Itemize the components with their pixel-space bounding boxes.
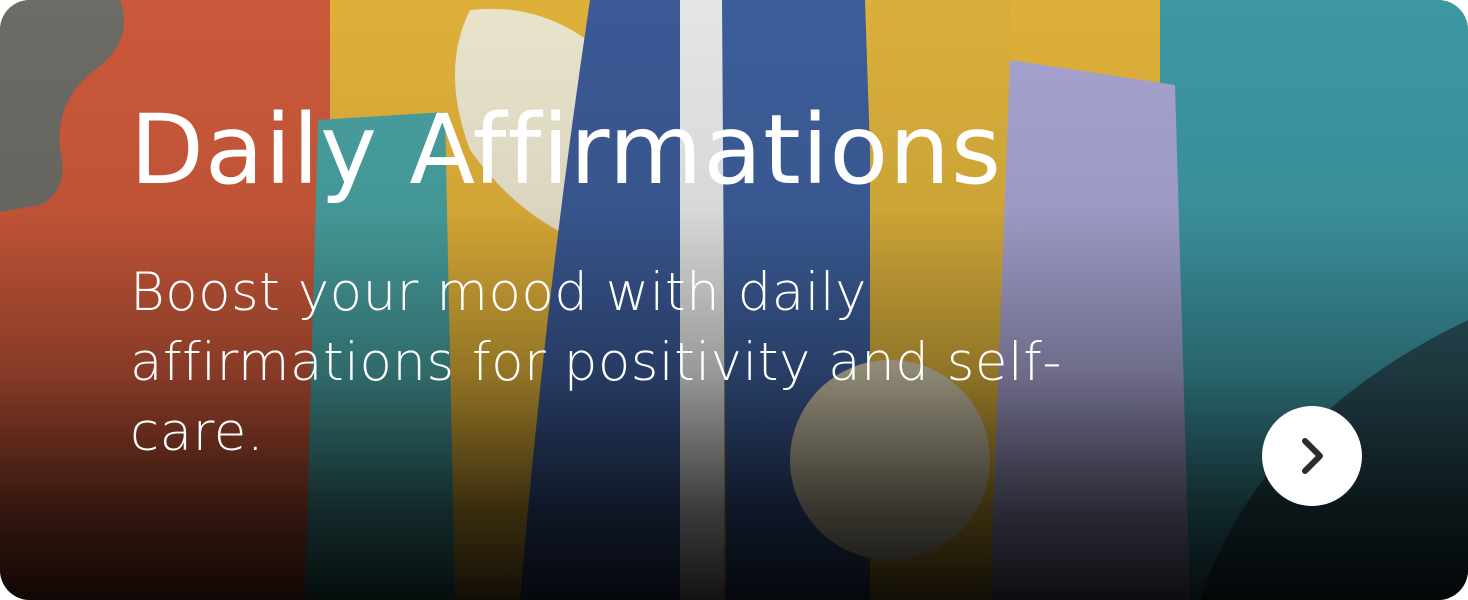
affirmations-card[interactable]: Daily Affirmations Boost your mood with … <box>0 0 1468 600</box>
card-description: Boost your mood with daily affirmations … <box>130 262 1062 463</box>
next-button[interactable] <box>1262 406 1362 506</box>
card-title: Daily Affirmations <box>130 94 1002 206</box>
chevron-right-icon <box>1295 434 1329 478</box>
